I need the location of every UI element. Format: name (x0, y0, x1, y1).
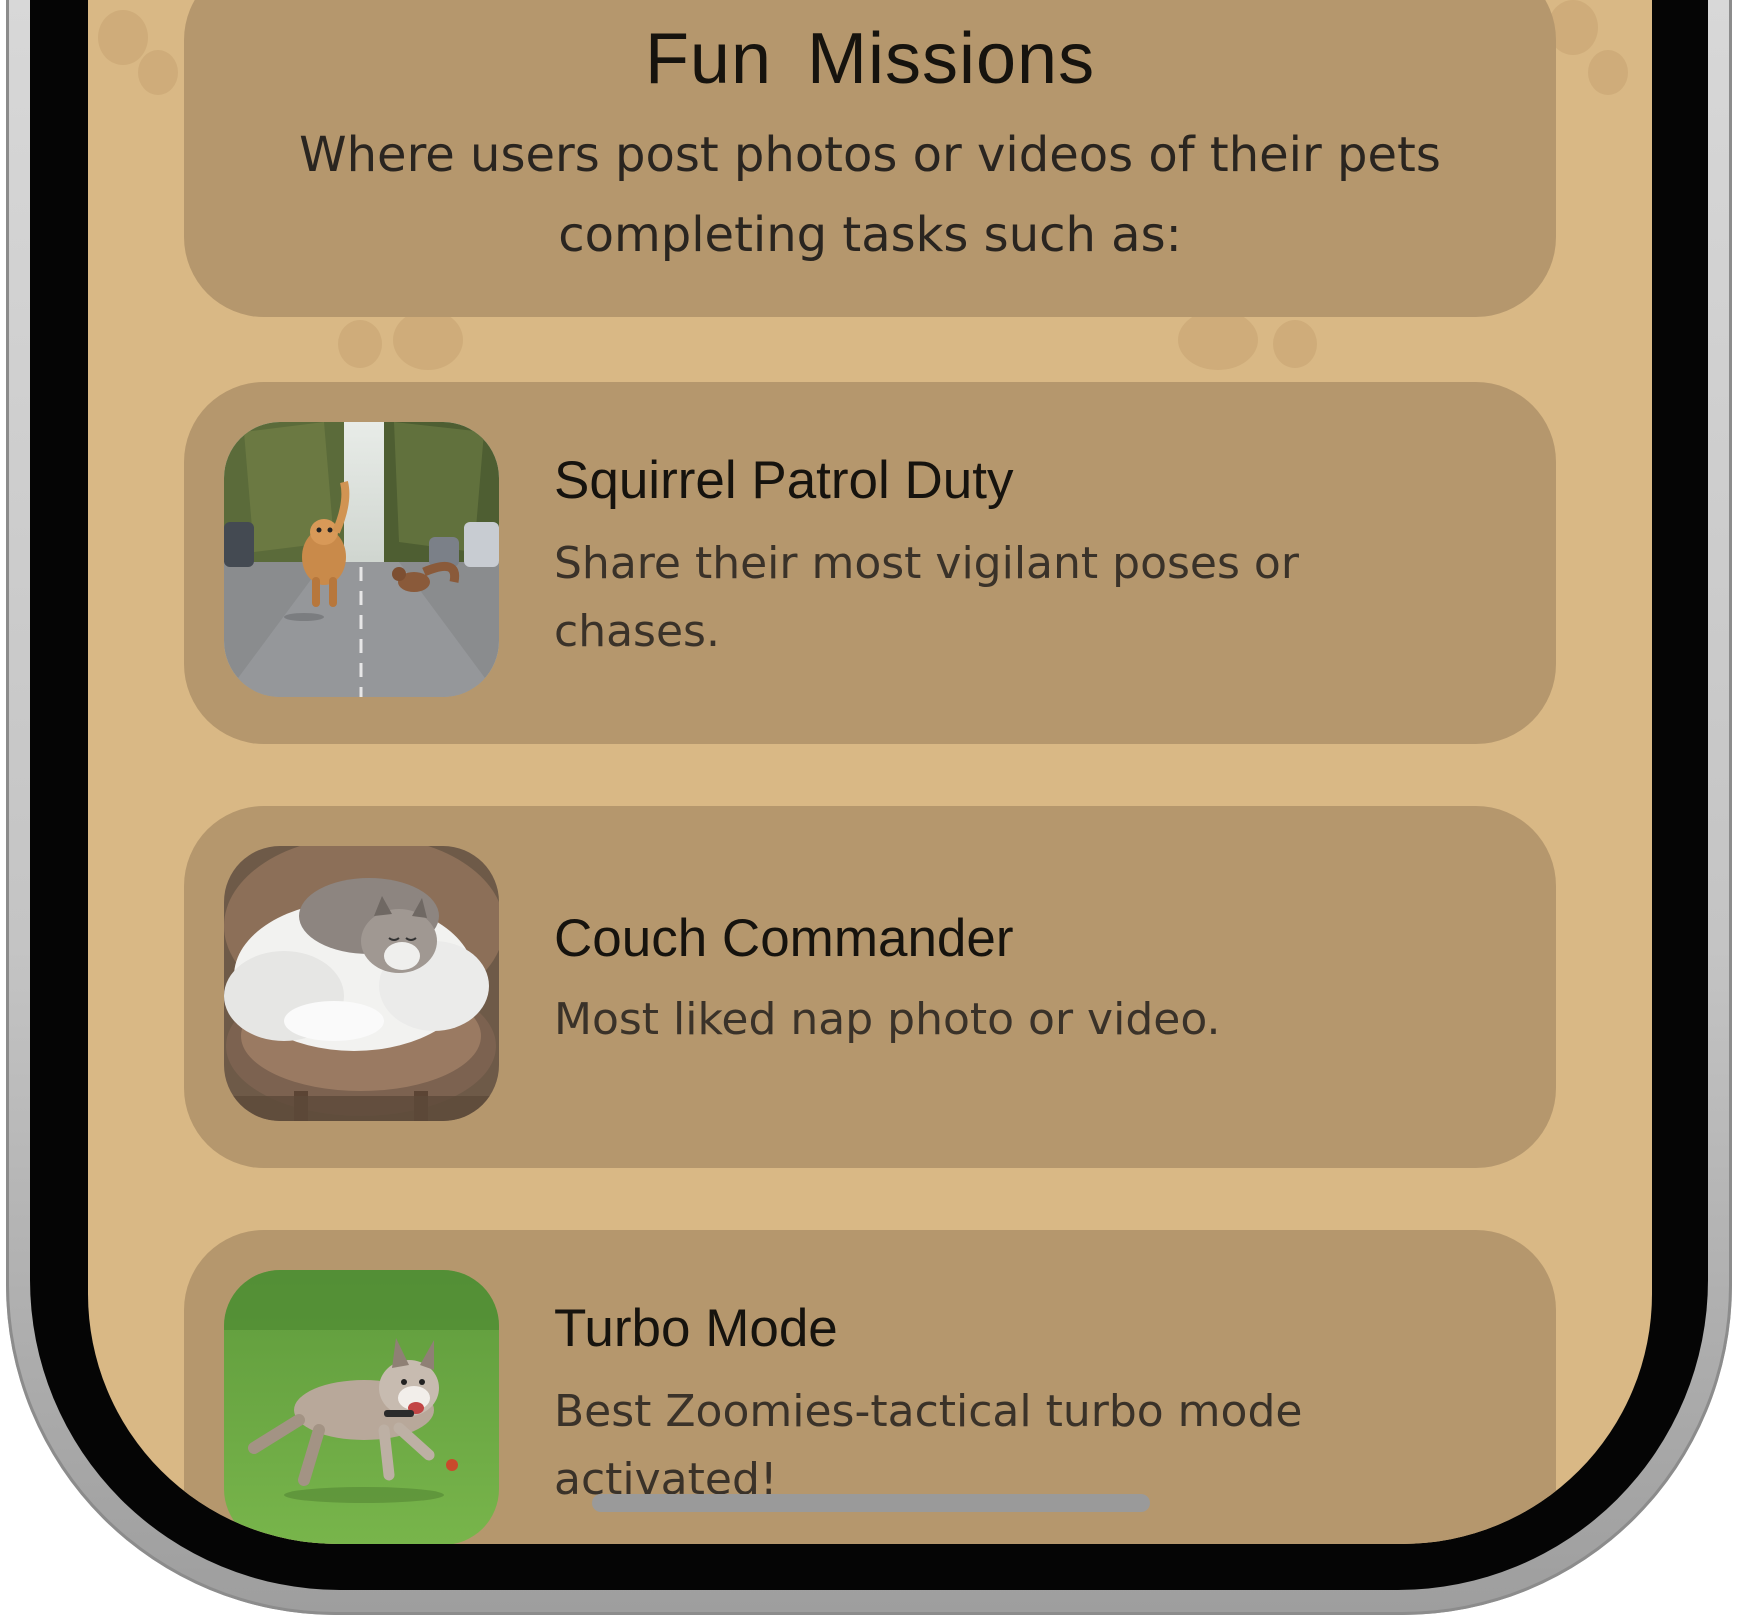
cat-napping-in-bed-photo (224, 846, 499, 1121)
mission-title: Turbo Mode (554, 1299, 838, 1358)
mission-title: Squirrel Patrol Duty (554, 451, 1014, 510)
mission-description: Most liked nap photo or video. (554, 994, 1221, 1045)
dog-chasing-squirrel-photo (224, 422, 499, 697)
home-indicator[interactable] (592, 1494, 1150, 1512)
mission-title: Couch Commander (554, 909, 1014, 968)
french-bulldog-running-photo (224, 1270, 499, 1544)
mission-card[interactable]: Couch Commander Most liked nap photo or … (184, 806, 1556, 1168)
page-subtitle: Where users post photos or videos of the… (299, 127, 1441, 263)
app-screen: Fun Missions Where users post photos or … (88, 0, 1652, 1544)
mission-description: Share their most vigilant poses or chase… (554, 538, 1299, 657)
fun-missions-header-card: Fun Missions Where users post photos or … (184, 0, 1556, 317)
page-title: Fun Missions (644, 19, 1096, 99)
mission-card[interactable]: Squirrel Patrol Duty Share their most vi… (184, 382, 1556, 744)
